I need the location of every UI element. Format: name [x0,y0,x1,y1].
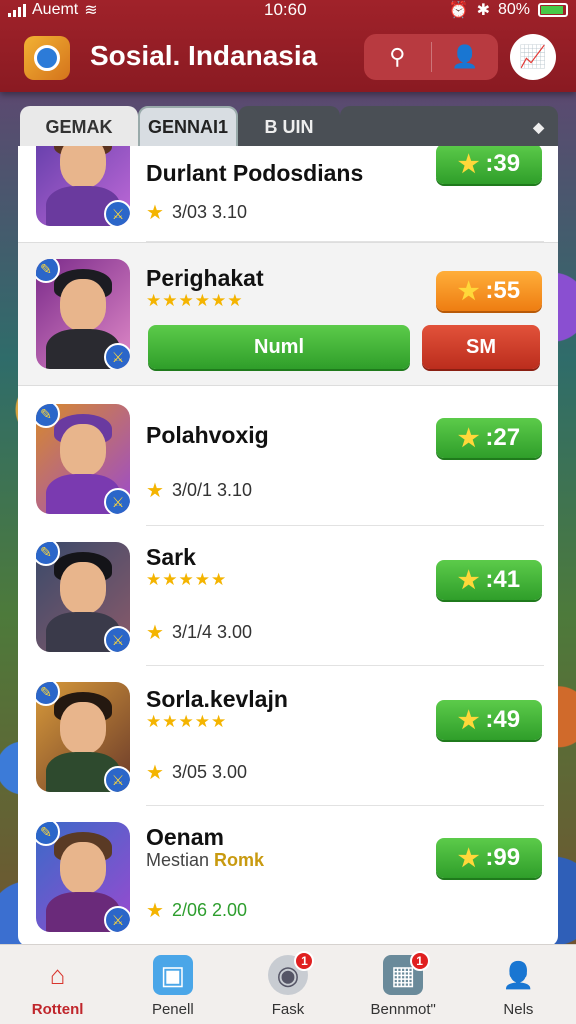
star-icon: ★ [457,844,480,872]
cube-icon: ▣ [152,955,193,995]
weapon-badge-icon: ⚔ [104,626,130,652]
score-button[interactable]: ★:49 [436,700,542,740]
star-icon: ★ [146,762,164,784]
tab-buin[interactable]: B UIN [238,106,340,148]
avatar: ✎ ⚔ [36,682,130,792]
player-subtitle: Mestian [146,850,210,870]
bluetooth-icon: ✱ [476,2,490,19]
wifi-icon: ≋ [84,2,98,19]
primary-action-button[interactable]: Numl [148,325,410,369]
tab-gemak[interactable]: GEMAK [20,106,138,148]
score-button[interactable]: ★:39 [436,146,542,184]
signal-icon [8,3,26,17]
chart-icon: 📈 [519,44,547,69]
avatar: ✎ ⚔ [36,259,130,369]
logo-emblem-icon [34,45,60,71]
nav-item-home[interactable]: ⌂ Rottenl [0,945,115,1024]
rating-stars: ★★★★★★ [146,291,244,310]
alarm-icon: ⏰ [448,2,469,19]
list-item[interactable]: ✎ ⚔ Oenam Mestian Romk ★ 2/06 2.00 ★:99 [18,806,558,946]
secondary-action-button[interactable]: SM [422,325,540,369]
player-list: ✎ ⚔ Durlant Podosdians ★ 3/03 3.10 ★:39 ✎… [18,146,558,946]
notification-badge: 1 [294,951,315,971]
home-icon: ⌂ [49,959,66,990]
bottom-navigation: ⌂ Rottenl ▣ Penell ◉ 1 Fask ▦ 1 Bennmot"… [0,944,576,1024]
header-actions: ⚲ 👤 [364,34,498,80]
star-icon: ★ [457,277,480,305]
nav-item-penell[interactable]: ▣ Penell [115,945,230,1024]
star-icon: ★ [146,480,164,502]
user-icon: 👤 [451,44,479,69]
page-title: Sosial. Indanasia [90,40,318,71]
location-button[interactable]: ⚲ [364,34,431,80]
list-item[interactable]: ✎ ⚔ Durlant Podosdians ★ 3/03 3.10 ★:39 [18,146,558,242]
carrier-label: Auemt [32,1,79,18]
player-tag: Romk [214,850,265,870]
avatar: ✎ ⚔ [36,146,130,226]
star-icon: ★ [146,900,164,922]
status-bar: Auemt ≋ 10:60 ⏰ ✱ 80% [0,0,576,20]
weapon-badge-icon: ⚔ [104,766,130,792]
weapon-badge-icon: ⚔ [104,343,130,369]
battery-percent: 80% [497,1,530,18]
tab-bar: GEMAK GENNAI1 B UIN ◆ [20,106,558,148]
app-logo[interactable] [24,36,70,80]
player-name: Polahvoxig [146,422,269,448]
rating-stars: ★★★★★ [146,712,228,731]
rating-stars: ★★★★★ [146,570,228,589]
list-item[interactable]: ✎ ⚔ Sark ★★★★★ ★ 3/1/4 3.00 ★:41 [18,526,558,666]
account-button[interactable]: 👤 [432,34,499,80]
player-meta: 3/05 3.00 [171,762,248,782]
player-meta: 3/0/1 3.10 [171,480,253,500]
nav-item-bennmot[interactable]: ▦ 1 Bennmot" [346,945,461,1024]
player-meta: 2/06 2.00 [171,900,248,920]
player-name: Oenam [146,824,224,850]
star-icon: ★ [146,202,164,224]
status-time: 10:60 [264,0,307,19]
tab-more[interactable]: ◆ [340,106,558,148]
avatar: ✎ ⚔ [36,404,130,514]
star-icon: ★ [457,150,480,178]
score-button[interactable]: ★:27 [436,418,542,458]
app-header: Auemt ≋ 10:60 ⏰ ✱ 80% Sosial. Indanasia … [0,0,576,92]
battery-icon [538,3,568,17]
tab-gennai[interactable]: GENNAI1 [138,106,238,148]
score-button[interactable]: ★:41 [436,560,542,600]
avatar: ✎ ⚔ [36,542,130,652]
player-meta: 3/1/4 3.00 [171,622,253,642]
score-button[interactable]: ★:99 [436,838,542,878]
weapon-badge-icon: ⚔ [104,488,130,514]
score-button[interactable]: ★:55 [436,271,542,311]
list-item[interactable]: ✎ ⚔ Perighakat ★★★★★★ ★:55 Numl SM [18,242,558,386]
player-meta: 3/03 3.10 [171,202,248,222]
notification-badge: 1 [409,951,430,971]
location-pin-icon: ⚲ [389,44,406,69]
player-name: Durlant Podosdians [146,160,364,186]
star-icon: ★ [457,706,480,734]
list-item[interactable]: ✎ ⚔ Polahvoxig ★ 3/0/1 3.10 ★:27 [18,386,558,526]
weapon-badge-icon: ⚔ [104,200,130,226]
activity-button[interactable]: 📈 [510,34,556,80]
nav-item-nels[interactable]: 👤 Nels [461,945,576,1024]
nav-item-fask[interactable]: ◉ 1 Fask [230,945,345,1024]
player-name: Sark [146,544,196,570]
star-icon: ★ [146,622,164,644]
list-item[interactable]: ✎ ⚔ Sorla.kevlajn ★★★★★ ★ 3/05 3.00 ★:49 [18,666,558,806]
diamond-icon: ◆ [533,118,544,135]
avatar: ✎ ⚔ [36,822,130,932]
person-icon: 👤 [502,959,535,990]
player-name: Sorla.kevlajn [146,686,288,712]
star-icon: ★ [457,424,480,452]
player-name: Perighakat [146,265,264,291]
weapon-badge-icon: ⚔ [104,906,130,932]
star-icon: ★ [457,566,480,594]
